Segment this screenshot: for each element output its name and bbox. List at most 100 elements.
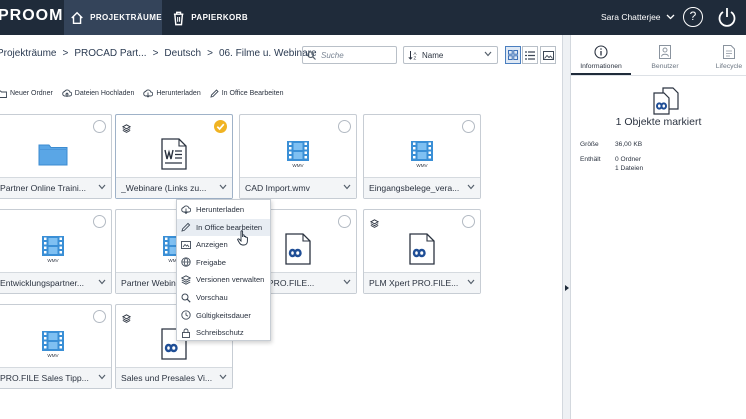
user-icon bbox=[659, 45, 671, 59]
list-view-button[interactable] bbox=[522, 46, 538, 64]
edit-in-office-button[interactable]: In Office Bearbeiten bbox=[210, 89, 283, 98]
document-icon bbox=[723, 45, 735, 59]
folder-plus-icon bbox=[0, 90, 7, 98]
context-menu-item[interactable]: In Office bearbeiten bbox=[177, 218, 270, 236]
context-menu-item[interactable]: Herunterladen bbox=[177, 201, 270, 218]
file-tile[interactable]: Partner Online Traini... bbox=[0, 114, 112, 199]
tab-lifecycle-label: Lifecycle bbox=[715, 63, 743, 70]
tab-benutzer[interactable]: Benutzer bbox=[635, 45, 695, 70]
file-tile[interactable]: WMV Eingangsbelege_vera... bbox=[363, 114, 481, 199]
file-tile[interactable]: WMV Entwicklungspartner... bbox=[0, 209, 112, 294]
view-icon bbox=[181, 240, 191, 249]
power-icon[interactable] bbox=[716, 6, 738, 28]
proom-file-icon bbox=[409, 233, 435, 265]
file-tile-footer: Eingangsbelege_vera... bbox=[364, 177, 480, 198]
gallery-view-button[interactable] bbox=[540, 46, 556, 64]
context-menu-item[interactable]: Vorschau bbox=[177, 289, 270, 306]
chevron-down-icon[interactable] bbox=[219, 374, 227, 380]
chevron-down-icon[interactable] bbox=[219, 184, 227, 190]
context-menu-label: Schreibschutz bbox=[196, 328, 244, 338]
chevron-down-icon[interactable] bbox=[467, 279, 475, 285]
context-menu-label: Versionen verwalten bbox=[196, 275, 265, 285]
new-folder-label: Neuer Ordner bbox=[10, 90, 53, 97]
chevron-down-icon[interactable] bbox=[98, 279, 106, 285]
context-menu-label: Herunterladen bbox=[196, 205, 245, 214]
selected-objects-icon bbox=[653, 87, 679, 115]
context-menu-label: Freigabe bbox=[196, 257, 226, 267]
file-name: PLM Xpert PRO.FILE... bbox=[369, 278, 459, 288]
logo: PROOM bbox=[0, 7, 64, 24]
magnifier-icon bbox=[181, 293, 191, 303]
download-icon bbox=[143, 89, 154, 98]
contains-label: Enthält bbox=[580, 156, 601, 163]
grid-icon bbox=[508, 50, 518, 60]
info-icon bbox=[594, 45, 608, 59]
chevron-down-icon[interactable] bbox=[98, 374, 106, 380]
file-thumbnail bbox=[364, 224, 480, 274]
file-tile-footer: CAD Import.wmv bbox=[240, 177, 356, 198]
file-name: Partner Online Traini... bbox=[0, 183, 86, 193]
chevron-down-icon[interactable] bbox=[343, 184, 351, 190]
breadcrumb-separator: > bbox=[152, 48, 159, 59]
upload-files-button[interactable]: Dateien Hochladen bbox=[62, 89, 135, 98]
download-label: Herunterladen bbox=[156, 90, 201, 97]
search-input[interactable]: Suche bbox=[302, 46, 397, 64]
contains-row: Enthält 0 Ordner 1 Dateien bbox=[580, 156, 643, 172]
word-document-icon bbox=[161, 138, 187, 170]
grid-view-button[interactable] bbox=[505, 46, 521, 64]
file-thumbnail: WMV bbox=[240, 129, 356, 179]
help-button[interactable]: ? bbox=[683, 7, 703, 27]
list-icon bbox=[525, 50, 535, 60]
pencil-icon bbox=[181, 222, 191, 232]
file-tile[interactable]: _Webinare (Links zu... bbox=[115, 114, 233, 199]
chevron-down-icon[interactable] bbox=[98, 184, 106, 190]
context-menu-label: Anzeigen bbox=[196, 240, 228, 250]
search-placeholder: Suche bbox=[321, 50, 344, 60]
download-button[interactable]: Herunterladen bbox=[143, 89, 201, 98]
contains-folders-value: 0 Ordner bbox=[615, 156, 642, 163]
chevron-down-icon[interactable] bbox=[343, 279, 351, 285]
chevron-down-icon[interactable] bbox=[467, 184, 475, 190]
context-menu: Herunterladen In Office bearbeiten Anzeige… bbox=[176, 199, 271, 341]
context-menu-label: In Office bearbeiten bbox=[196, 222, 263, 232]
upload-files-label: Dateien Hochladen bbox=[74, 90, 135, 97]
file-tile[interactable]: WMV PRO.FILE Sales Tipp... bbox=[0, 304, 112, 389]
file-name: _Webinare (Links zu... bbox=[121, 183, 207, 193]
hand-cursor-icon bbox=[237, 230, 248, 246]
tab-lifecycle[interactable]: Lifecycle bbox=[699, 45, 746, 70]
tab-informationen[interactable]: Informationen bbox=[571, 45, 631, 70]
breadcrumb-item-projektraeume[interactable]: Projekträume bbox=[0, 48, 56, 59]
breadcrumb-separator: > bbox=[62, 48, 69, 59]
context-menu-item[interactable]: Gültigkeitsdauer bbox=[177, 307, 270, 324]
file-thumbnail: WMV bbox=[364, 129, 480, 179]
breadcrumb-item-procad[interactable]: PROCAD Part... bbox=[74, 48, 146, 59]
tab-projektraeume[interactable]: PROJEKTRÄUME bbox=[64, 0, 162, 35]
new-folder-button[interactable]: Neuer Ordner bbox=[0, 89, 53, 98]
panel-splitter[interactable] bbox=[562, 35, 571, 419]
file-tile[interactable]: WMV CAD Import.wmv bbox=[239, 114, 357, 199]
breadcrumb-item-deutsch[interactable]: Deutsch bbox=[164, 48, 201, 59]
context-menu-item[interactable]: Versionen verwalten bbox=[177, 271, 270, 288]
file-tile-footer: _Webinare (Links zu... bbox=[116, 177, 232, 198]
caret-right-icon bbox=[565, 285, 569, 291]
clock-icon bbox=[181, 310, 191, 320]
search-icon bbox=[307, 50, 316, 60]
tab-papierkorb[interactable]: PAPIERKORB bbox=[168, 0, 248, 35]
context-menu-item[interactable]: Anzeigen bbox=[177, 236, 270, 253]
user-menu[interactable]: Sara Chatterjee bbox=[601, 12, 675, 22]
video-file-icon: WMV bbox=[41, 235, 65, 263]
sort-select[interactable]: AZ Name bbox=[403, 46, 498, 64]
file-tile-footer: Entwicklungspartner... bbox=[0, 272, 111, 293]
video-file-icon: WMV bbox=[286, 140, 310, 168]
top-navigation-bar: PROOM PROJEKTRÄUME PAPIERKORB Sara Chatt… bbox=[0, 0, 746, 35]
size-value: 36,00 KB bbox=[615, 141, 643, 148]
context-menu-item[interactable]: Freigabe bbox=[177, 254, 270, 271]
action-bar: Neuer Ordner Dateien Hochladen Herunterl… bbox=[0, 89, 292, 98]
file-tile[interactable]: PLM Xpert PRO.FILE... bbox=[363, 209, 481, 294]
pencil-icon bbox=[210, 89, 219, 98]
chevron-down-icon bbox=[484, 51, 492, 57]
globe-icon bbox=[181, 257, 191, 267]
video-file-icon: WMV bbox=[41, 330, 65, 358]
file-thumbnail bbox=[0, 129, 111, 179]
context-menu-item[interactable]: Schreibschutz bbox=[177, 324, 270, 341]
